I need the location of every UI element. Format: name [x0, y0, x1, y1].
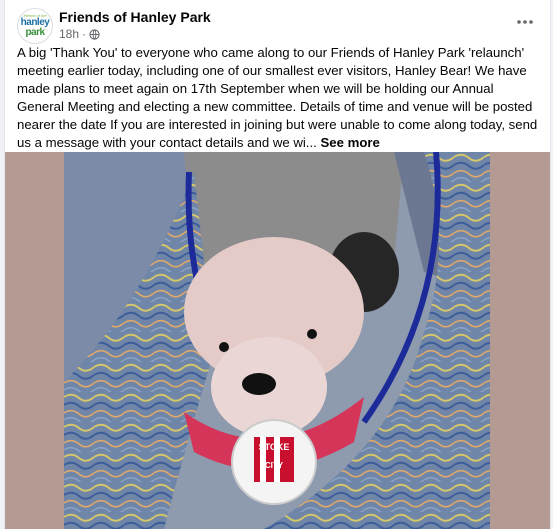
post-card: friends of the hanley park Friends of Ha… [4, 0, 551, 529]
badge-text-2: CITY [265, 461, 284, 470]
meta-separator: · [82, 27, 87, 41]
globe-icon[interactable] [89, 28, 100, 40]
avatar-line-3: park [25, 27, 45, 38]
post-header: friends of the hanley park Friends of Ha… [5, 0, 550, 44]
post-timestamp[interactable]: 18h [59, 27, 79, 41]
see-more-link[interactable]: See more [320, 135, 379, 150]
more-options-icon [517, 20, 533, 24]
badge-text-1: STOKE [259, 442, 290, 452]
page-name-link[interactable]: Friends of Hanley Park [59, 9, 211, 25]
post-text: A big 'Thank You' to everyone who came a… [17, 44, 540, 152]
more-options-button[interactable] [514, 12, 536, 32]
post-body: A big 'Thank You' to everyone who came a… [17, 45, 538, 150]
post-photo[interactable]: STOKE CITY [64, 152, 490, 529]
page-avatar[interactable]: friends of the hanley park [17, 8, 53, 44]
post-photo-container[interactable]: STOKE CITY [5, 152, 550, 529]
post-meta: 18h · [59, 27, 100, 41]
